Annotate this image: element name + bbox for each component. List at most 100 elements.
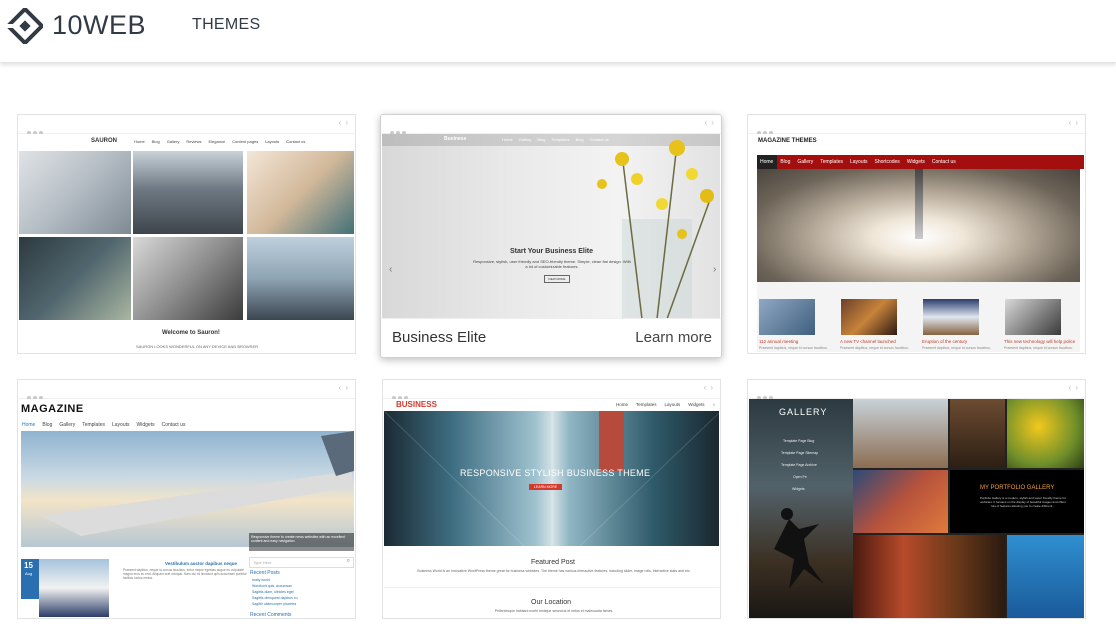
theme-card-business-world[interactable]: ‹ › BUSINESS Home Templates Layouts Widg…: [382, 379, 721, 619]
photo-tile: [19, 237, 131, 320]
10web-logo-icon[interactable]: [7, 8, 43, 44]
nav-item: Layouts: [664, 402, 681, 407]
article-excerpt: Praesent dapibus, neque id cursus faucib…: [123, 568, 247, 580]
nav-item: Contact us: [931, 159, 956, 165]
theme-preview: GALLERY Template Page Blog Template Page…: [749, 399, 1084, 618]
nav-item: Shortcodes: [874, 159, 900, 165]
browser-chrome: ‹ ›: [18, 380, 355, 400]
learn-more-link[interactable]: Learn more: [635, 329, 712, 346]
nav-arrows-icon: ‹ ›: [1068, 118, 1079, 127]
nav-item: Gallery: [166, 139, 180, 144]
theme-logo: MAGAZINE: [21, 403, 84, 415]
nav-item: Layouts: [112, 422, 130, 428]
nav-arrows-icon: ‹ ›: [338, 383, 349, 392]
search-icon: ⌕: [346, 558, 350, 564]
gallery-sidebar: GALLERY Template Page Blog Template Page…: [749, 399, 853, 618]
airplane-wing-icon: [41, 431, 354, 536]
article-title: Vestibulum auctor dapibus neque: [165, 561, 238, 566]
building-lines-icon: [384, 410, 719, 547]
slider-prev-icon: ‹: [389, 264, 393, 275]
post-title: 112 annual meeting: [759, 339, 799, 344]
menu-item: Template Page Blog: [783, 439, 815, 443]
nav-arrows-icon: ‹ ›: [1068, 383, 1079, 392]
nav-item: Templates: [551, 137, 570, 142]
photo-grid: [19, 151, 354, 320]
recent-post-link: Sagittir ullamcorper pharetra: [252, 602, 297, 606]
top-bar: 10WEB THEMES: [0, 0, 1116, 63]
theme-logo: SAURON: [91, 138, 118, 144]
nav-item: Home: [22, 422, 36, 428]
theme-logo: GALLERY: [779, 407, 828, 417]
theme-card-magazine[interactable]: ‹ › MAGAZINE Home Blog Gallery Templates…: [17, 379, 356, 619]
nav-item: Content pages: [232, 139, 259, 144]
menu-item: Template Page Sitemap: [781, 451, 819, 455]
featured-title: Featured Post: [531, 559, 575, 566]
theme-preview: SAURON Home Blog Gallery Reviews Eleganc…: [19, 134, 354, 353]
portfolio-panel: MY PORTFOLIO GALLERY Portfolio Gallery i…: [950, 470, 1084, 533]
post-thumbnail: [841, 299, 897, 335]
post-title: This new technology will help police: [1004, 339, 1076, 344]
tagline-text: SAURON LOOKS WONDERFUL ON ANY DEVICE AND…: [136, 344, 259, 349]
portfolio-title: MY PORTFOLIO GALLERY: [980, 485, 1055, 491]
nav-item: Home: [502, 137, 513, 142]
gallery-tile: [1007, 399, 1084, 468]
nav-item: Home: [760, 159, 774, 165]
post-thumbnail: [759, 299, 815, 335]
gallery-tile: [853, 470, 948, 533]
hero-button: LEARN MORE: [529, 484, 563, 490]
photo-tile: [247, 237, 354, 320]
theme-card-sauron[interactable]: ‹ › SAURON Home Blog Gallery Reviews Ele…: [17, 114, 356, 354]
theme-preview: MAGAZINE Home Blog Gallery Templates Lay…: [19, 399, 354, 618]
nav-item: Gallery: [518, 137, 532, 142]
nav-arrows-icon: ‹ ›: [703, 383, 714, 392]
welcome-text: Welcome to Sauron!: [162, 330, 220, 336]
date-badge: 15 Aug: [21, 559, 39, 599]
airplane-hero-image: [21, 431, 354, 547]
search-box[interactable]: Type Here ⌕: [249, 557, 354, 568]
slider-next-icon: ›: [713, 264, 717, 275]
recent-post-link: Wordlunit quis, accumsan: [252, 584, 293, 588]
date-day: 15: [24, 561, 33, 570]
nav-item: Widgets: [688, 402, 705, 407]
card-footer: Business Elite Learn more: [381, 318, 721, 357]
theme-nav-bar: Home Blog Gallery Templates Layouts Shor…: [757, 155, 1084, 169]
nav-themes-link[interactable]: THEMES: [192, 16, 260, 34]
nav-item: Widgets: [136, 422, 155, 428]
theme-name: Business Elite: [392, 329, 487, 346]
nav-item: Blog: [42, 422, 53, 428]
divider: [384, 587, 719, 588]
article-image: [39, 559, 109, 617]
post-title: Eruption of the century: [922, 339, 968, 344]
post-excerpt: Praesent dapibus, neque id cursus faucib…: [922, 346, 991, 350]
post-title: A new TV channel launched: [840, 339, 896, 344]
location-title: Our Location: [531, 599, 572, 606]
nav-item: Contact us: [161, 422, 186, 428]
jumping-person-silhouette-icon: [774, 508, 824, 589]
search-icon: ⌕: [712, 402, 716, 408]
rocket-shape: [915, 169, 923, 239]
gallery-grid: MY PORTFOLIO GALLERY Portfolio Gallery i…: [853, 399, 1084, 618]
nav-item: Reviews: [186, 139, 202, 144]
menu-item: Open Pe: [793, 475, 807, 479]
nav-item: Templates: [82, 422, 105, 428]
theme-preview: MAGAZINE THEMES Home Blog Gallery Templa…: [749, 134, 1084, 353]
theme-logo: BUSINESS: [396, 400, 437, 409]
recent-comments-heading: Recent Comments: [250, 612, 292, 618]
theme-card-business-elite[interactable]: ‹ › Business Home Gallery Blog Templates…: [380, 114, 722, 358]
theme-card-magazine-themes[interactable]: ‹ › MAGAZINE THEMES Home Blog Gallery Te…: [747, 114, 1086, 354]
nav-item: Blog: [537, 137, 546, 142]
photo-tile: [133, 237, 243, 320]
nav-arrows-icon: ‹ ›: [338, 118, 349, 127]
brand-name[interactable]: 10WEB: [52, 10, 146, 41]
theme-nav: Home Templates Layouts Widgets ⌕: [616, 402, 715, 408]
nav-item: Blog: [780, 159, 791, 165]
post-excerpt: Praesent dapibus, neque id cursus faucib…: [759, 346, 828, 350]
post-thumbnail: [923, 299, 979, 335]
gallery-tile: [853, 399, 948, 468]
browser-chrome: ‹ ›: [18, 115, 355, 135]
photo-tile: [247, 151, 354, 234]
theme-card-gallery[interactable]: ‹ › GALLERY Template Page Blog Template …: [747, 379, 1086, 619]
nav-item: Layouts: [265, 139, 280, 144]
hero-caption: Responsive theme to create news websites…: [249, 533, 354, 551]
nav-item: Widgets: [906, 159, 925, 165]
